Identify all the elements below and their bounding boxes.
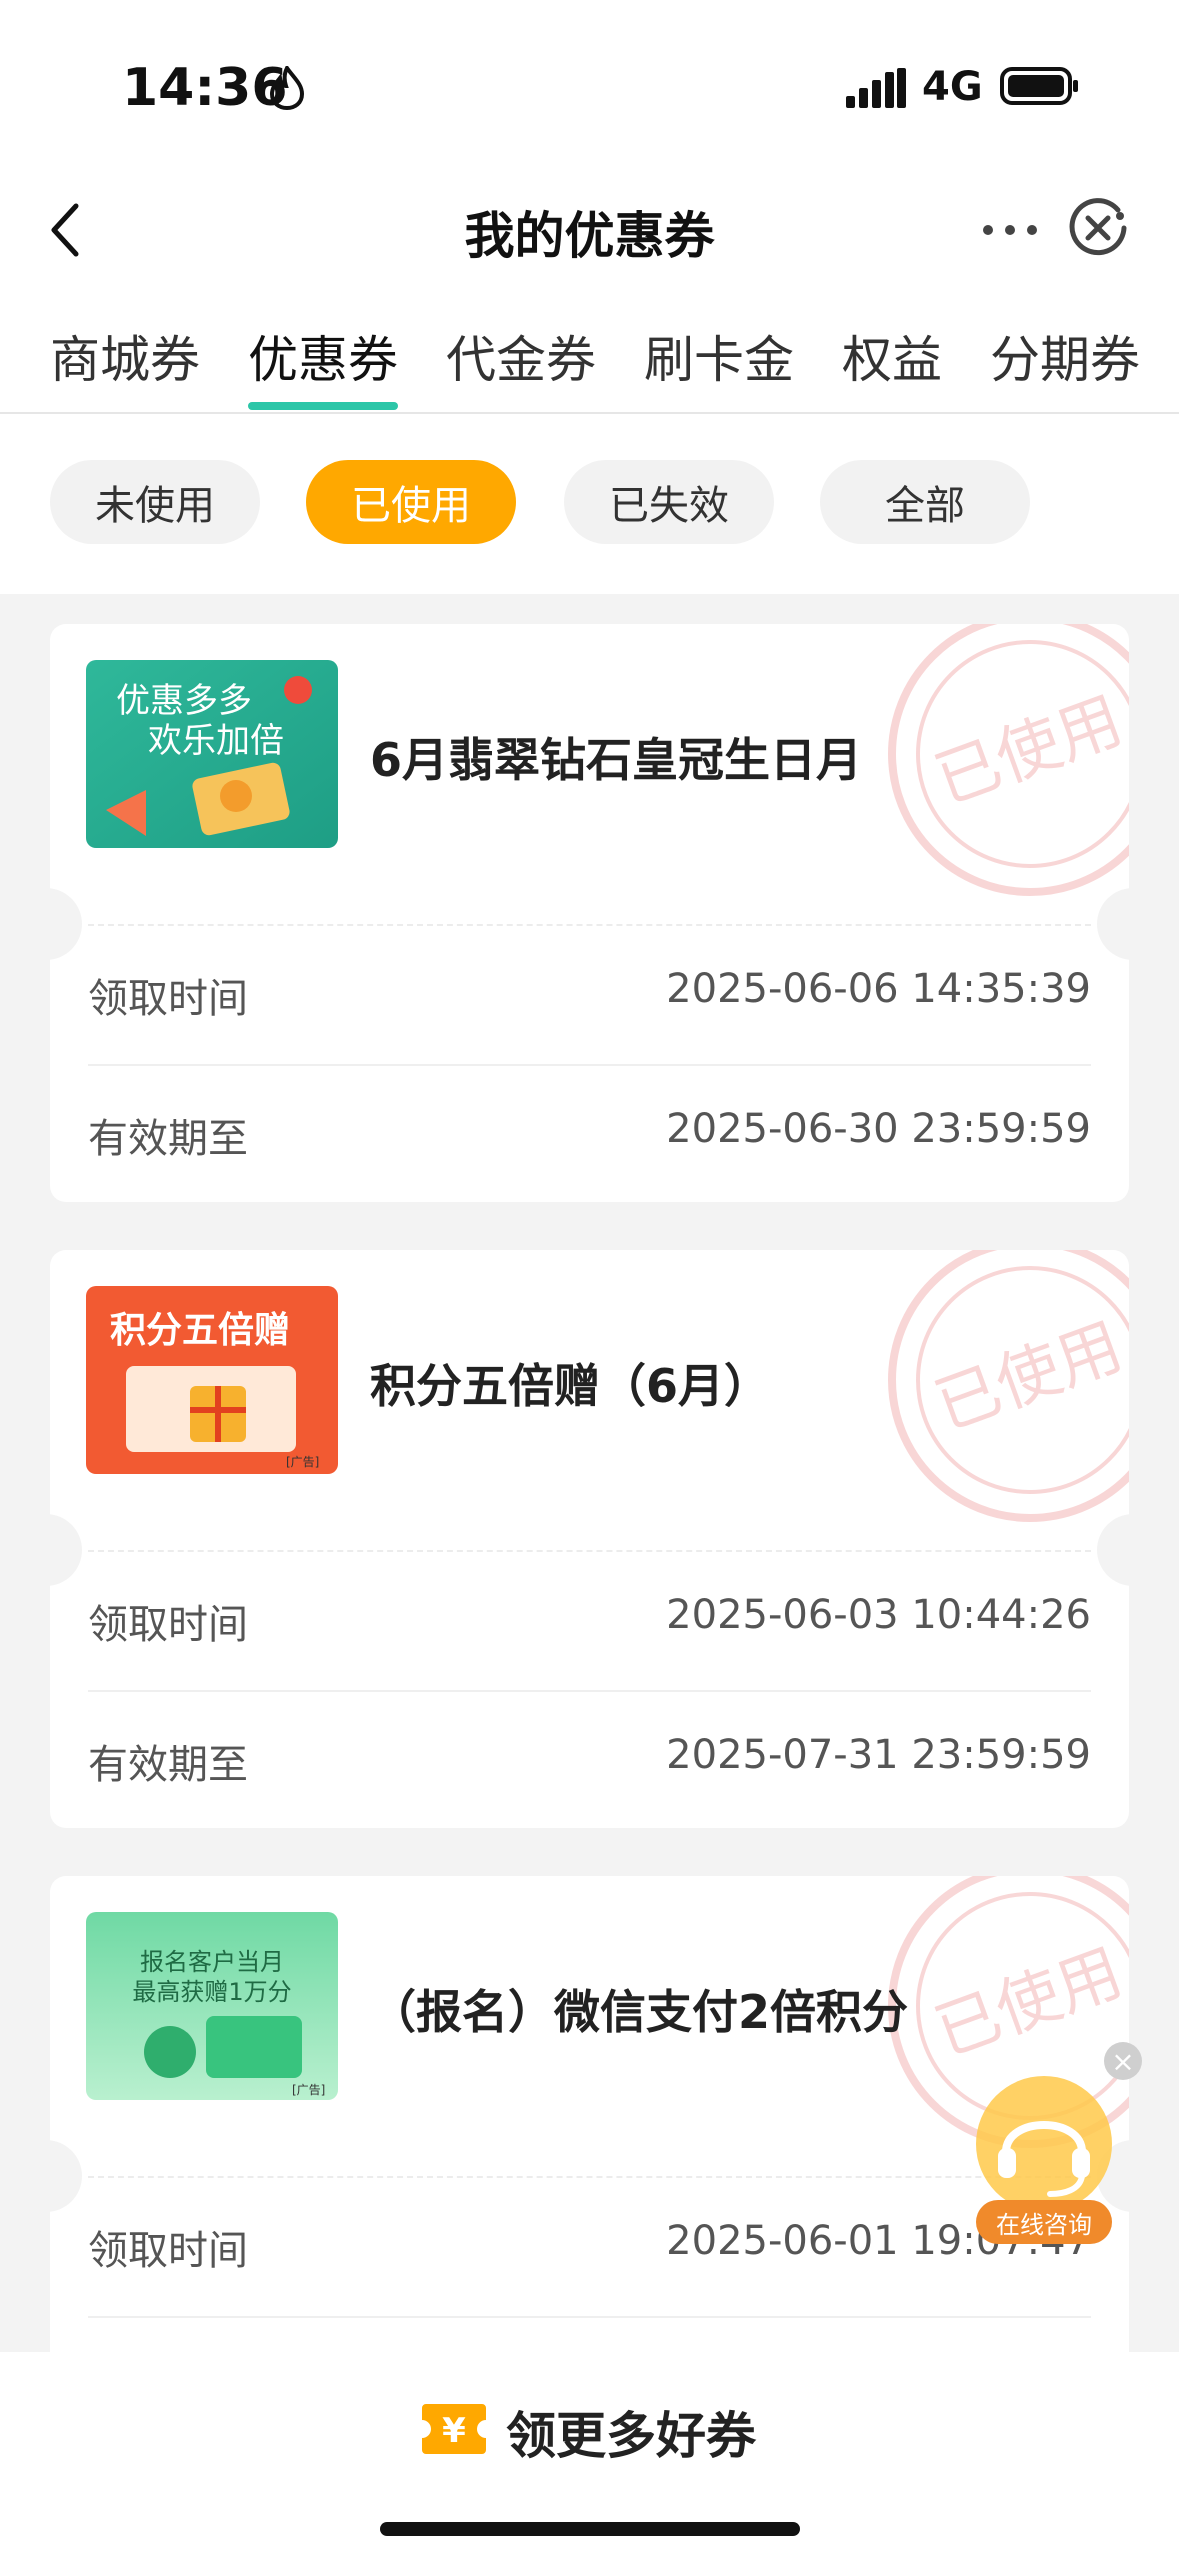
valid-until-value: 2025-06-30 23:59:59 [666, 1106, 1091, 1152]
get-more-coupons-label: 领更多好券 [506, 2407, 756, 2465]
coupon-type-tabs: 商城券 优惠券 代金券 刷卡金 权益 分期券 [0, 290, 1179, 414]
card-notch [50, 2140, 82, 2212]
tab-installment-coupon[interactable]: 分期券 [990, 320, 1140, 392]
coupon-thumbnail: 报名客户当月 最高获赠1万分 [广告] [86, 1912, 338, 2100]
thumb-ad-tag: [广告] [286, 1455, 319, 1469]
headset-icon [976, 2076, 1112, 2212]
coupon-card[interactable]: 已使用 积分五倍赠 [广告] 积分五倍赠（6月） 领取时间 2025-06-03… [50, 1250, 1129, 1828]
home-indicator [380, 2522, 800, 2536]
row-divider [88, 1064, 1091, 1066]
valid-until-label: 有效期至 [88, 1742, 248, 1788]
thumb-text-line1: 积分五倍赠 [110, 1310, 290, 1351]
status-filters: 未使用 已使用 已失效 全部 [0, 414, 1179, 594]
flame-icon [269, 66, 305, 110]
online-consult-label: 在线咨询 [976, 2200, 1112, 2244]
coupon-title: 积分五倍赠（6月） [370, 1359, 771, 1413]
coupon-title: 6月翡翠钻石皇冠生日月 [370, 733, 863, 787]
valid-until-label: 有效期至 [88, 1116, 248, 1162]
status-bar: 14:36 4G [0, 0, 1179, 170]
close-miniprogram-icon[interactable] [1066, 196, 1130, 260]
thumb-text-line2: 欢乐加倍 [148, 721, 284, 761]
thumb-text-line2: 最高获赠1万分 [132, 1978, 291, 2006]
card-notch [50, 888, 82, 960]
bottom-bar[interactable]: ¥ 领更多好券 [0, 2352, 1179, 2556]
filter-all[interactable]: 全部 [820, 460, 1030, 544]
battery-icon [1000, 67, 1078, 105]
network-type: 4G [922, 64, 983, 110]
received-time-label: 领取时间 [88, 1602, 248, 1648]
received-time-label: 领取时间 [88, 976, 248, 1022]
coupon-thumbnail: 积分五倍赠 [广告] [86, 1286, 338, 1474]
received-time-value: 2025-06-03 10:44:26 [666, 1592, 1091, 1638]
valid-until-value: 2025-07-31 23:59:59 [666, 1732, 1091, 1778]
row-divider [88, 1690, 1091, 1692]
tab-card-cash[interactable]: 刷卡金 [644, 320, 794, 392]
online-consult-button[interactable]: 在线咨询 [962, 2072, 1126, 2252]
dashed-divider [88, 924, 1091, 926]
thumb-text-line1: 报名客户当月 [140, 1948, 284, 1976]
coupon-title: （报名）微信支付2倍积分 [370, 1985, 909, 2039]
dashed-divider [88, 2176, 1091, 2178]
dashed-divider [88, 1550, 1091, 1552]
tab-discount-coupon[interactable]: 优惠券 [248, 320, 398, 392]
signal-icon [846, 68, 906, 108]
received-time-label: 领取时间 [88, 2228, 248, 2274]
stamp-text: 已使用 [926, 1310, 1129, 1445]
stamp-text: 已使用 [926, 1936, 1129, 2071]
tab-mall-coupon[interactable]: 商城券 [50, 320, 200, 392]
more-icon[interactable] [974, 208, 1046, 252]
tab-benefits[interactable]: 权益 [842, 320, 942, 392]
thumb-text-line1: 优惠多多 [116, 681, 252, 721]
coupon-card[interactable]: 已使用 优惠多多 欢乐加倍 6月翡翠钻石皇冠生日月 领取时间 2025-06-0… [50, 624, 1129, 1202]
status-time: 14:36 [122, 58, 288, 118]
filter-used[interactable]: 已使用 [306, 460, 516, 544]
filter-unused[interactable]: 未使用 [50, 460, 260, 544]
stamp-text: 已使用 [926, 684, 1129, 819]
received-time-value: 2025-06-06 14:35:39 [666, 966, 1091, 1012]
coupon-thumbnail: 优惠多多 欢乐加倍 [86, 660, 338, 848]
row-divider [88, 2316, 1091, 2318]
tab-voucher[interactable]: 代金券 [446, 320, 596, 392]
coupon-icon-symbol: ¥ [442, 2411, 466, 2451]
active-tab-indicator [248, 402, 398, 410]
nav-bar: 我的优惠券 [0, 170, 1179, 290]
thumb-ad-tag: [广告] [292, 2083, 325, 2097]
card-notch [50, 1514, 82, 1586]
filter-expired[interactable]: 已失效 [564, 460, 774, 544]
coupon-yen-icon: ¥ [422, 2404, 486, 2454]
